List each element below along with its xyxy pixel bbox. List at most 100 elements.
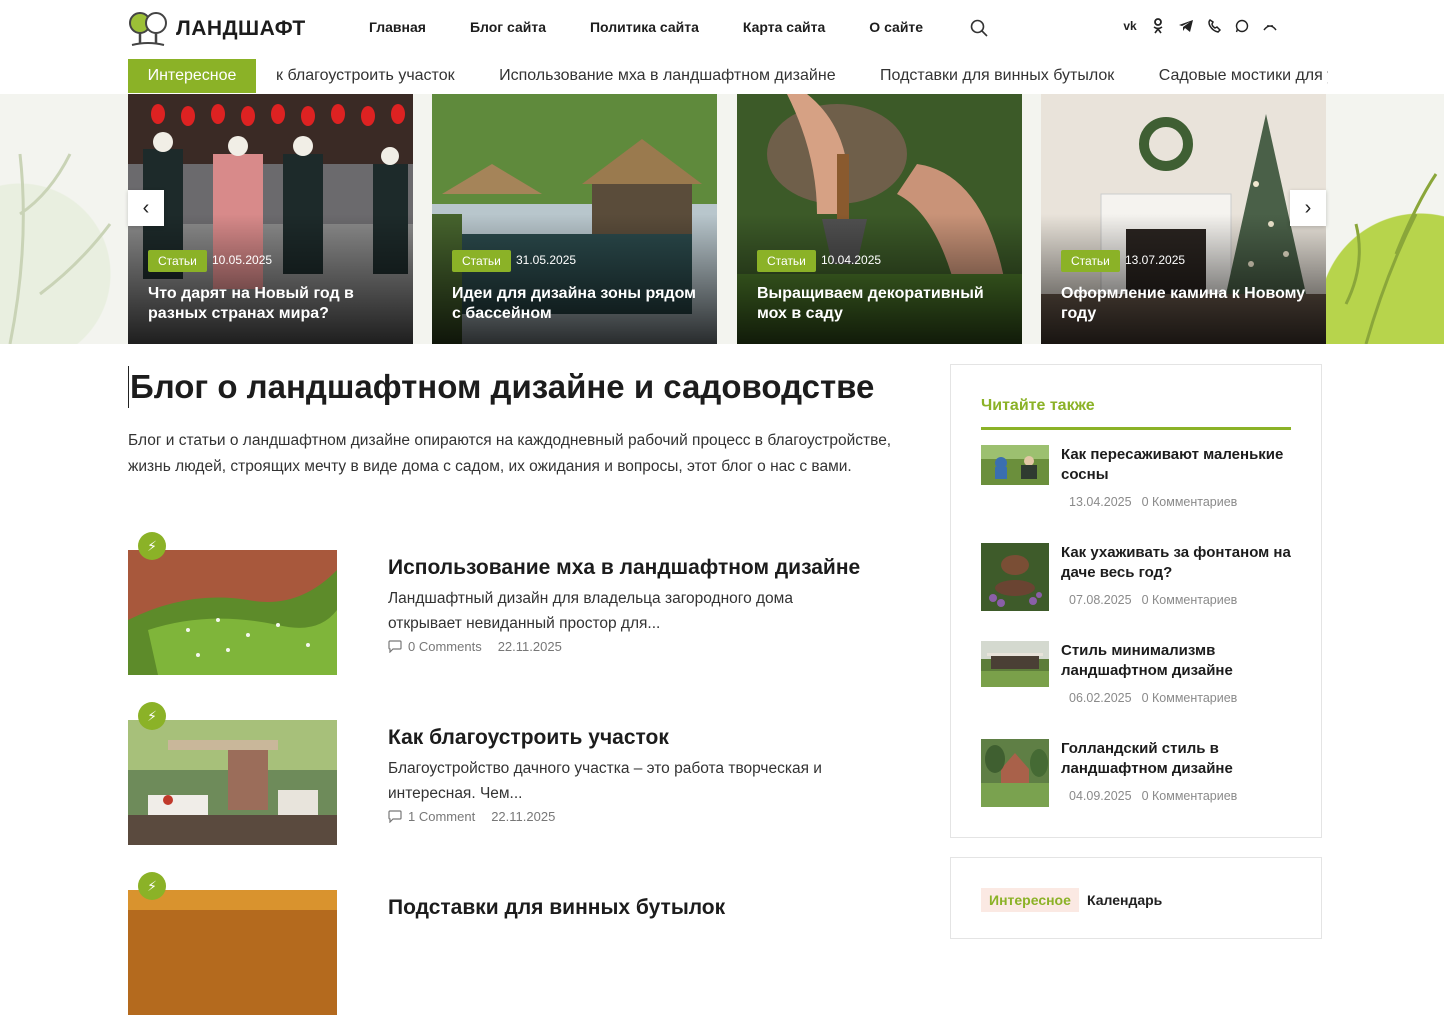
- sidebar-thumbnail[interactable]: [981, 739, 1049, 807]
- nav-item-sitemap[interactable]: Карта сайта: [743, 19, 825, 35]
- sidebar-post-comments[interactable]: 0 Комментариев: [1142, 789, 1238, 803]
- post-meta: 1 Comment 22.11.2025: [388, 809, 555, 824]
- tab-interesting[interactable]: Интересное: [981, 888, 1079, 912]
- slide-card[interactable]: Статьи 13.07.2025 Оформление камина к Но…: [1041, 94, 1326, 344]
- sidebar-post-title[interactable]: Как ухаживать за фонтаном на даче весь г…: [1061, 543, 1291, 583]
- comment-icon: [388, 810, 402, 823]
- sidebar-post-meta: 06.02.2025 0 Комментариев: [1069, 691, 1237, 705]
- post-excerpt: Благоустройство дачного участка – это ра…: [388, 760, 822, 802]
- vk-icon[interactable]: vk: [1122, 18, 1138, 34]
- featured-slider: Статьи 10.05.2025 Что дарят на Новый год…: [0, 94, 1444, 344]
- site-logo[interactable]: ЛАНДШАФТ: [128, 10, 306, 48]
- sidebar-post-meta: 07.08.2025 0 Комментариев: [1069, 593, 1237, 607]
- intro-text: Блог и статьи о ландшафтном дизайне опир…: [128, 432, 892, 475]
- ticker-item[interactable]: Использование мха в ландшафтном дизайне: [499, 58, 836, 94]
- nav-item-home[interactable]: Главная: [369, 19, 426, 35]
- logo-trees-icon: [129, 12, 167, 46]
- slide-shade: [1041, 214, 1326, 344]
- sidebar-post-title[interactable]: Стиль минимализмв ландшафтном дизайне: [1061, 641, 1291, 681]
- sidebar-post-comments[interactable]: 0 Комментариев: [1142, 593, 1238, 607]
- slide-card[interactable]: Статьи 10.05.2025 Что дарят на Новый год…: [128, 94, 413, 344]
- news-ticker: Интересное к благоустроить участок Испол…: [0, 58, 1444, 94]
- post-comments[interactable]: 1 Comment: [408, 809, 475, 824]
- sidebar-post-date: 06.02.2025: [1069, 691, 1132, 705]
- post-excerpt: Ландшафтный дизайн для владельца загород…: [388, 590, 793, 632]
- widget-title: Читайте также: [981, 397, 1291, 430]
- ticker-label: Интересное: [128, 59, 256, 93]
- slide-title[interactable]: Идеи для дизайна зоны рядом с бассейном: [452, 284, 700, 324]
- ticker-track: к благоустроить участок Использование мх…: [276, 58, 1328, 94]
- slide-shade: [128, 214, 413, 344]
- sidebar-post-date: 13.04.2025: [1069, 495, 1132, 509]
- slide-date: 31.05.2025: [516, 253, 577, 267]
- comment-icon: [388, 640, 402, 653]
- sidebar-post-comments[interactable]: 0 Комментариев: [1142, 691, 1238, 705]
- nav-item-about[interactable]: О сайте: [869, 19, 923, 35]
- slide-shade: [432, 214, 717, 344]
- category-tag[interactable]: Статьи: [1061, 250, 1120, 272]
- post-thumbnail[interactable]: [128, 550, 337, 675]
- tab-calendar[interactable]: Календарь: [1087, 892, 1162, 908]
- odnoklassniki-icon[interactable]: [1150, 18, 1166, 34]
- slider-next-button[interactable]: ›: [1290, 190, 1326, 226]
- decorative-branches: [1344, 173, 1438, 344]
- slider-prev-button[interactable]: ‹: [128, 190, 164, 226]
- sidebar-thumbnail[interactable]: [981, 445, 1049, 485]
- slide-card[interactable]: Статьи 10.04.2025 Выращиваем декоративны…: [737, 94, 1022, 344]
- slide-title[interactable]: Что дарят на Новый год в разных странах …: [148, 284, 396, 324]
- category-tag[interactable]: Статьи: [452, 250, 511, 272]
- post-card: ⚡ Подставки для винных бутылок: [128, 872, 908, 1015]
- sidebar-thumbnail[interactable]: [981, 641, 1049, 687]
- tabs-widget: Интересное Календарь: [950, 857, 1322, 939]
- post-meta: 0 Comments 22.11.2025: [388, 639, 562, 654]
- slide-title[interactable]: Оформление камина к Новому году: [1061, 284, 1309, 324]
- lightning-icon: ⚡: [138, 872, 166, 900]
- slide-date: 10.04.2025: [821, 253, 882, 267]
- lightning-icon: ⚡: [138, 532, 166, 560]
- sidebar-post-comments[interactable]: 0 Комментариев: [1142, 495, 1238, 509]
- nav-item-blog[interactable]: Блог сайта: [470, 19, 546, 35]
- page-title: Блог о ландшафтном дизайне и садоводстве: [128, 366, 910, 408]
- nav-item-policy[interactable]: Политика сайта: [590, 19, 699, 35]
- logo-text: ЛАНДШАФТ: [176, 17, 306, 40]
- category-tag[interactable]: Статьи: [148, 250, 207, 272]
- max-icon[interactable]: [1262, 18, 1278, 34]
- sidebar-post-title[interactable]: Голландский стиль в ландшафтном дизайне: [1061, 739, 1291, 779]
- post-thumbnail[interactable]: [128, 890, 337, 1015]
- site-header: ЛАНДШАФТ Главная Блог сайта Политика сай…: [0, 0, 1444, 59]
- ticker-item[interactable]: к благоустроить участок: [276, 58, 455, 94]
- read-also-widget: Читайте также Как пересаживают маленькие…: [950, 364, 1322, 838]
- post-thumbnail[interactable]: [128, 720, 337, 845]
- sidebar-post[interactable]: Голландский стиль в ландшафтном дизайне …: [981, 739, 1291, 819]
- main-nav: Главная Блог сайта Политика сайта Карта …: [369, 19, 967, 35]
- post-title[interactable]: Подставки для винных бутылок: [388, 896, 725, 920]
- post-title[interactable]: Как благоустроить участок: [388, 726, 669, 750]
- whatsapp-icon[interactable]: [1234, 18, 1250, 34]
- sidebar-thumbnail[interactable]: [981, 543, 1049, 611]
- decorative-branches: [8, 153, 112, 344]
- sidebar-post[interactable]: Как ухаживать за фонтаном на даче весь г…: [981, 543, 1291, 623]
- post-card: ⚡ Как благоустроить участок Благоустройс…: [128, 702, 908, 845]
- slide-card[interactable]: Статьи 31.05.2025 Идеи для дизайна зоны …: [432, 94, 717, 344]
- post-comments[interactable]: 0 Comments: [408, 639, 482, 654]
- telegram-icon[interactable]: [1178, 18, 1194, 34]
- post-date: 22.11.2025: [497, 639, 562, 654]
- category-tag[interactable]: Статьи: [757, 250, 816, 272]
- sidebar-post-meta: 04.09.2025 0 Комментариев: [1069, 789, 1237, 803]
- viber-icon[interactable]: [1206, 18, 1222, 34]
- ticker-item[interactable]: Садовые мостики для уча: [1159, 58, 1328, 94]
- social-links: vk: [1122, 18, 1278, 34]
- post-card: ⚡ Использование мха в ландшафтном дизайн…: [128, 532, 908, 675]
- sidebar-post[interactable]: Как пересаживают маленькие сосны 13.04.2…: [981, 445, 1291, 525]
- sidebar-post-title[interactable]: Как пересаживают маленькие сосны: [1061, 445, 1291, 485]
- search-icon[interactable]: [969, 18, 989, 38]
- post-title[interactable]: Использование мха в ландшафтном дизайне: [388, 556, 860, 580]
- slide-title[interactable]: Выращиваем декоративный мох в саду: [757, 284, 1005, 324]
- sidebar-post-date: 04.09.2025: [1069, 789, 1132, 803]
- sidebar-post[interactable]: Стиль минимализмв ландшафтном дизайне 06…: [981, 641, 1291, 721]
- slide-shade: [737, 214, 1022, 344]
- ticker-item[interactable]: Подставки для винных бутылок: [880, 58, 1114, 94]
- sidebar-post-date: 07.08.2025: [1069, 593, 1132, 607]
- slide-date: 10.05.2025: [212, 253, 273, 267]
- post-date: 22.11.2025: [491, 809, 556, 824]
